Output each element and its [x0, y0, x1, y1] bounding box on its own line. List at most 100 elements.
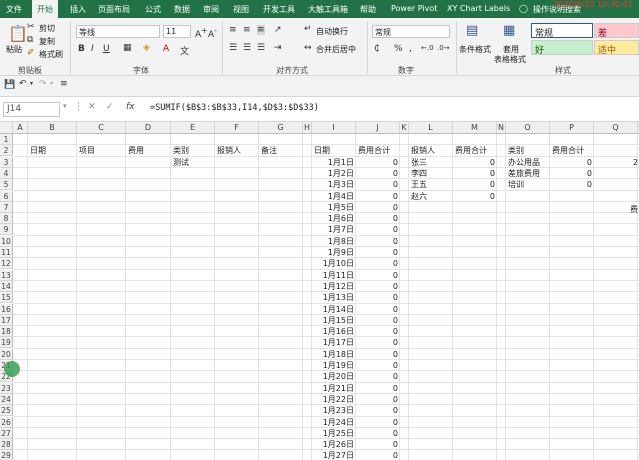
date-total-cell[interactable]: 0	[358, 270, 398, 281]
style-good[interactable]: 好	[531, 40, 593, 56]
save-icon[interactable]: 💾	[4, 80, 15, 90]
tab-view[interactable]: 视图	[233, 4, 249, 15]
date-cell[interactable]: 1月22日	[314, 394, 354, 405]
date-cell[interactable]: 1月21日	[314, 383, 354, 394]
formula-input[interactable]: =SUMIF($B$3:$B$33,I14,$D$3:$D$33)	[150, 103, 319, 113]
date-total-cell[interactable]: 0	[358, 247, 398, 258]
row-header-14[interactable]: 14	[0, 280, 13, 292]
borders-icon[interactable]: ▦	[123, 43, 132, 53]
paste-button[interactable]: 粘贴	[6, 44, 22, 55]
row-header-11[interactable]: 11	[0, 247, 13, 258]
row-header-15[interactable]: 15	[0, 292, 13, 304]
row-header-28[interactable]: 28	[0, 439, 13, 451]
row-header-2[interactable]: 2	[0, 145, 13, 157]
cell-l2[interactable]: 报销人	[411, 145, 451, 156]
row-header-5[interactable]: 5	[0, 179, 13, 191]
name-box-dropdown-icon[interactable]: ▾	[63, 102, 67, 110]
wrap-text-button[interactable]: 自动换行	[316, 26, 348, 37]
row-header-24[interactable]: 24	[0, 393, 13, 405]
decrease-decimal-icon[interactable]: .0→	[437, 44, 450, 52]
date-cell[interactable]: 1月3日	[314, 179, 354, 190]
date-cell[interactable]: 1月17日	[314, 337, 354, 348]
column-header-l[interactable]: L	[409, 122, 453, 134]
date-cell[interactable]: 1月15日	[314, 315, 354, 326]
row-header-16[interactable]: 16	[0, 303, 13, 315]
cut-icon[interactable]: ✂	[27, 22, 35, 32]
format-painter-icon[interactable]: ✐	[27, 48, 35, 58]
column-header-p[interactable]: P	[550, 122, 594, 134]
date-cell[interactable]: 1月23日	[314, 405, 354, 416]
undo-dropdown-icon[interactable]: ▾	[30, 80, 33, 87]
copy-icon[interactable]: ⧉	[27, 35, 33, 45]
column-header-h[interactable]: H	[303, 122, 312, 134]
date-cell[interactable]: 1月13日	[314, 292, 354, 303]
row-header-25[interactable]: 25	[0, 405, 13, 417]
date-cell[interactable]: 1月12日	[314, 281, 354, 292]
tab-xy-chart-labels[interactable]: XY Chart Labels	[447, 4, 510, 13]
date-cell[interactable]: 1月24日	[314, 417, 354, 428]
row-header-13[interactable]: 13	[0, 269, 13, 281]
row-header-17[interactable]: 17	[0, 314, 13, 326]
cell-c2[interactable]: 项目	[79, 145, 124, 156]
orientation-icon[interactable]: ↗	[274, 25, 282, 35]
date-total-cell[interactable]: 0	[358, 281, 398, 292]
date-total-cell[interactable]: 0	[358, 213, 398, 224]
date-total-cell[interactable]: 0	[358, 168, 398, 179]
date-total-cell[interactable]: 0	[358, 450, 398, 460]
column-header-n[interactable]: N	[497, 122, 506, 134]
tab-data[interactable]: 数据	[174, 4, 190, 15]
cell-p2[interactable]: 费用合计	[552, 145, 592, 156]
date-cell[interactable]: 1月4日	[314, 191, 354, 202]
enter-icon[interactable]: ✓	[106, 102, 114, 112]
person-name-cell[interactable]: 王五	[411, 179, 451, 190]
tab-developer[interactable]: 开发工具	[263, 4, 295, 15]
column-header-q[interactable]: Q	[594, 122, 638, 134]
column-header-k[interactable]: K	[400, 122, 409, 134]
worksheet-grid[interactable]: ABCDEFGHIJKLMNOPQR1234567891011121314151…	[0, 122, 639, 460]
person-name-cell[interactable]: 李四	[411, 168, 451, 179]
fill-color-icon[interactable]: ◈	[143, 43, 150, 53]
row-header-12[interactable]: 12	[0, 258, 13, 270]
date-total-cell[interactable]: 0	[358, 439, 398, 450]
cell-g2[interactable]: 备注	[261, 145, 301, 156]
cell-e2[interactable]: 类别	[173, 145, 213, 156]
row-header-29[interactable]: 29	[0, 450, 13, 460]
wrap-text-icon[interactable]: ↵	[304, 24, 312, 34]
row-header-7[interactable]: 7	[0, 201, 13, 213]
person-total-cell[interactable]: 0	[455, 179, 495, 190]
category-total-cell[interactable]: 0	[552, 157, 592, 168]
align-middle-icon[interactable]: ≡	[243, 25, 251, 35]
font-name-select[interactable]: 等线	[76, 25, 160, 38]
row-header-8[interactable]: 8	[0, 213, 13, 225]
align-center-icon[interactable]: ☰	[243, 43, 251, 53]
increase-decimal-icon[interactable]: ←.0	[421, 44, 434, 52]
cell-f2[interactable]: 报销人	[217, 145, 257, 156]
column-header-g[interactable]: G	[259, 122, 303, 134]
column-header-c[interactable]: C	[77, 122, 126, 134]
cell-i2[interactable]: 日期	[314, 145, 354, 156]
row-header-10[interactable]: 10	[0, 235, 13, 247]
date-cell[interactable]: 1月7日	[314, 224, 354, 235]
cut-button[interactable]: 剪切	[39, 23, 55, 34]
conditional-format-button[interactable]: 条件格式	[459, 44, 491, 55]
style-bad[interactable]: 差	[594, 23, 639, 39]
date-cell[interactable]: 1月19日	[314, 360, 354, 371]
category-name-cell[interactable]: 差旅费用	[508, 168, 548, 179]
phonetic-icon[interactable]: 文	[180, 44, 189, 57]
shrink-font-icon[interactable]: A-	[208, 26, 217, 40]
align-bottom-icon[interactable]: ≡	[257, 25, 265, 35]
date-total-cell[interactable]: 0	[358, 304, 398, 315]
insert-function-button[interactable]: fx	[126, 102, 135, 112]
cell-r7[interactable]: 费	[630, 204, 639, 215]
date-total-cell[interactable]: 0	[358, 417, 398, 428]
date-cell[interactable]: 1月14日	[314, 304, 354, 315]
format-painter-button[interactable]: 格式刷	[39, 49, 63, 60]
undo-icon[interactable]: ↶	[19, 79, 27, 89]
row-header-27[interactable]: 27	[0, 427, 13, 439]
column-header-a[interactable]: A	[13, 122, 28, 134]
date-total-cell[interactable]: 0	[358, 258, 398, 269]
merge-center-button[interactable]: 合并后居中	[316, 44, 356, 55]
column-header-m[interactable]: M	[453, 122, 497, 134]
bold-button[interactable]: B	[78, 44, 85, 54]
date-total-cell[interactable]: 0	[358, 337, 398, 348]
